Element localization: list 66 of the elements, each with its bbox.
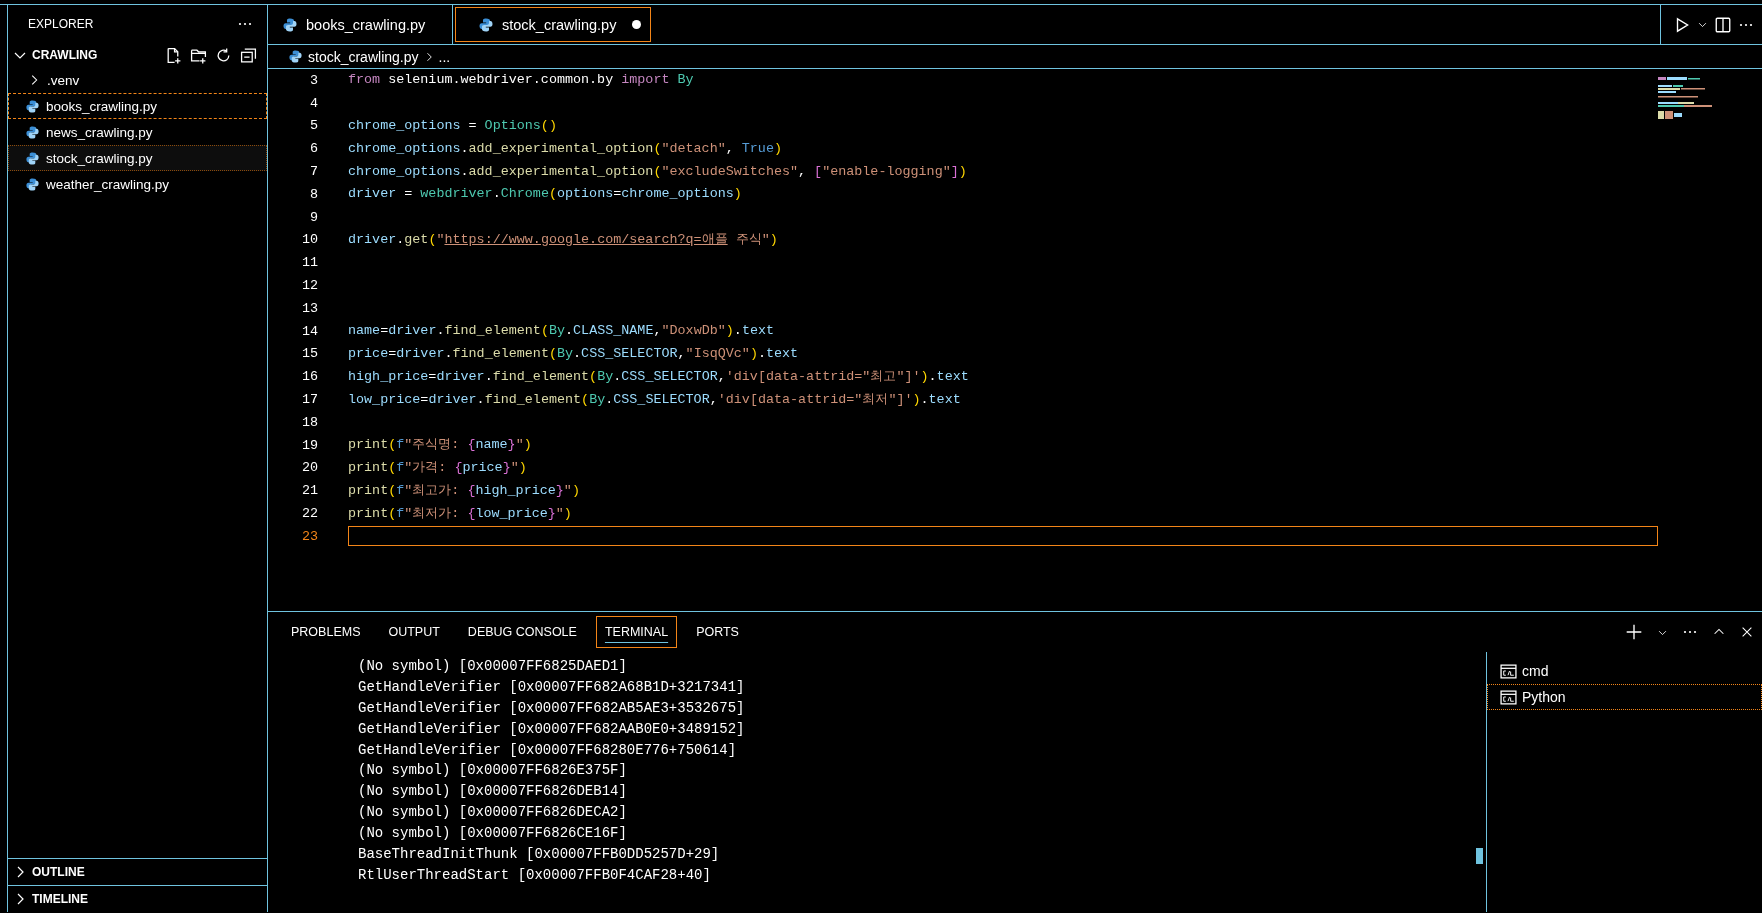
terminal-line: (No symbol) [0x00007FF6826DECA2] (358, 803, 627, 823)
terminal-line: GetHandleVerifier [0x00007FF68280E776+750614] (358, 740, 737, 760)
terminal-line: GetHandleVerifier [0x00007FF682A68B1D+3217341] (358, 677, 745, 697)
terminal-line: RtlUserThreadStart [0x00007FFB0F4CAF28+40] (358, 865, 711, 885)
code-line: driver.get("https://www.google.com/search?q=애플 주식") (348, 230, 778, 249)
line-number: 20 (300, 460, 318, 476)
line-number: 6 (308, 141, 318, 157)
code-line: name=driver.find_element(By.CLASS_NAME,"DoxwDb").text (348, 322, 775, 341)
panel-tab[interactable]: DEBUG CONSOLE (458, 616, 586, 648)
terminal-line: (No symbol) [0x00007FF6826DEB14] (358, 782, 627, 802)
code-line: chrome_options = Options() (348, 117, 557, 135)
line-number: 13 (300, 300, 318, 316)
terminal-line: (No symbol) [0x00007FF6825DAED1] (358, 657, 627, 676)
panel-tab[interactable]: OUTPUT (379, 616, 449, 648)
code-line: print(f"최저가: {low_price}") (348, 504, 572, 523)
line-number: 4 (308, 95, 318, 111)
folder-item[interactable]: .venv (8, 67, 267, 93)
terminal-line: (No symbol) [0x00007FF6826E375F] (358, 761, 627, 781)
code-line: low_price=driver.find_element(By.CSS_SELECTOR,'div[data-attrid="최저"]').text (348, 390, 961, 409)
line-number: 21 (300, 483, 318, 499)
line-number: 17 (300, 392, 318, 408)
panel-tab[interactable]: TERMINAL (595, 616, 678, 648)
code-line: print(f"주식명: {name}") (348, 436, 532, 455)
line-number: 8 (308, 186, 318, 202)
breadcrumb-item[interactable]: stock_crawling.py (288, 48, 419, 65)
line-number: 23 (300, 528, 318, 544)
code-line: chrome_options.add_experimental_option("excludeSwitches", ["enable-logging"]) (348, 162, 967, 181)
panel-tab[interactable]: PORTS (687, 616, 748, 648)
line-number: 19 (300, 437, 318, 453)
line-number: 15 (300, 346, 318, 362)
file-item[interactable]: books_crawling.py (8, 93, 267, 119)
terminal-line: GetHandleVerifier [0x00007FF682AAB0E0+3489152] (358, 719, 745, 739)
line-number: 3 (308, 72, 318, 88)
section-header[interactable]: OUTLINE (8, 858, 267, 885)
code-line: from selenium.webdriver.common.by import By (348, 71, 694, 90)
panel-tab[interactable]: PROBLEMS (282, 616, 370, 648)
line-number: 11 (300, 255, 318, 271)
terminal-line: (No symbol) [0x00007FF6826CE16F] (358, 824, 627, 844)
breadcrumb-item[interactable]: ... (438, 48, 451, 65)
file-item[interactable]: news_crawling.py (8, 119, 267, 145)
code-line: print(f"가격: {price}") (348, 458, 527, 477)
code-line: driver = webdriver.Chrome(options=chrome_options) (348, 185, 742, 204)
line-number: 22 (300, 506, 318, 522)
line-number: 7 (308, 164, 318, 180)
terminal-session[interactable]: cmd (1487, 658, 1762, 684)
line-number: 12 (300, 278, 318, 294)
line-number: 18 (300, 414, 318, 430)
file-item[interactable]: stock_crawling.py (8, 145, 267, 171)
terminal-line: GetHandleVerifier [0x00007FF682AB5AE3+3532675] (358, 698, 745, 718)
line-number: 9 (308, 209, 318, 225)
file-item[interactable]: weather_crawling.py (8, 171, 267, 197)
section-header[interactable]: TIMELINE (8, 885, 267, 912)
code-line: print(f"최고가: {high_price}") (348, 481, 580, 500)
code-line: high_price=driver.find_element(By.CSS_SELECTOR,'div[data-attrid="최고"]').text (348, 367, 969, 386)
line-number: 16 (300, 369, 318, 385)
code-line: chrome_options.add_experimental_option("detach", True) (348, 139, 782, 158)
terminal-session[interactable]: Python (1487, 684, 1762, 710)
line-number: 14 (300, 323, 318, 339)
editor-tab[interactable]: stock_crawling.py (455, 7, 651, 42)
folder-header[interactable]: CRAWLING (8, 43, 267, 67)
line-number: 10 (300, 232, 318, 248)
panel-title: EXPLORER (28, 17, 94, 31)
code-line: price=driver.find_element(By.CSS_SELECTOR,"IsqQVc").text (348, 344, 799, 363)
line-number: 5 (308, 118, 318, 134)
editor-tab[interactable]: books_crawling.py (268, 5, 453, 44)
terminal-line: BaseThreadInitThunk [0x00007FFB0DD5257D+29] (358, 845, 720, 864)
